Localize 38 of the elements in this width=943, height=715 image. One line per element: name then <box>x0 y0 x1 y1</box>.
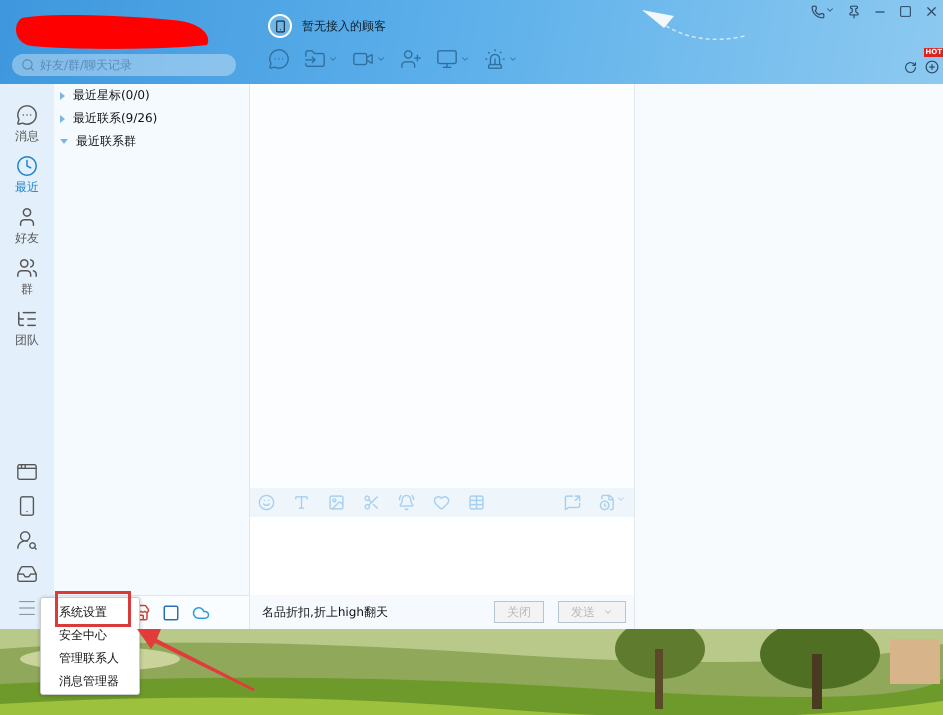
customer-status: 暂无接入的顾客 <box>302 18 386 34</box>
maximize-icon[interactable] <box>897 3 914 20</box>
add-user-icon[interactable] <box>400 48 422 70</box>
window-icon[interactable] <box>16 461 38 483</box>
contact-group[interactable]: 最近星标(0/0) <box>54 84 249 107</box>
folder-input-icon[interactable] <box>304 48 338 70</box>
nav-tab[interactable]: 最近 <box>15 155 39 196</box>
history-icon[interactable] <box>599 494 626 511</box>
nav-tab[interactable]: 消息 <box>15 104 39 145</box>
heart-icon[interactable] <box>433 494 450 511</box>
menu-item[interactable]: 安全中心 <box>41 623 139 646</box>
search-icon <box>21 58 35 72</box>
menu-item[interactable]: 系统设置 <box>41 600 139 623</box>
clock-icon <box>16 155 38 177</box>
inbox-icon[interactable] <box>16 563 38 585</box>
bell-icon[interactable] <box>398 494 415 511</box>
nav-tab[interactable]: 群 <box>16 257 38 298</box>
nav-tab[interactable]: 好友 <box>15 206 39 247</box>
refresh-icon[interactable] <box>902 59 919 76</box>
users-icon <box>16 257 38 279</box>
emoji-icon[interactable] <box>258 494 275 511</box>
table-icon[interactable] <box>468 494 485 511</box>
add-icon[interactable] <box>923 58 941 76</box>
scissors-icon[interactable] <box>363 494 380 511</box>
nav-tab[interactable]: 团队 <box>15 308 39 349</box>
menu-item[interactable]: 管理联系人 <box>41 646 139 669</box>
contact-group[interactable]: 最近联系群 <box>54 130 249 153</box>
ad-text: 名品折扣,折上high翻天 <box>262 604 388 620</box>
message-input[interactable] <box>250 517 634 595</box>
chat-bubble-icon <box>16 104 38 126</box>
contact-group[interactable]: 最近联系(9/26) <box>54 107 249 130</box>
monitor-icon[interactable] <box>436 48 470 70</box>
siren-icon[interactable] <box>484 48 518 70</box>
phone-avatar-icon <box>268 14 292 38</box>
font-icon[interactable] <box>293 494 310 511</box>
menu-item[interactable]: 消息管理器 <box>41 669 139 692</box>
image-icon[interactable] <box>328 494 345 511</box>
user-search-icon[interactable] <box>16 529 38 551</box>
